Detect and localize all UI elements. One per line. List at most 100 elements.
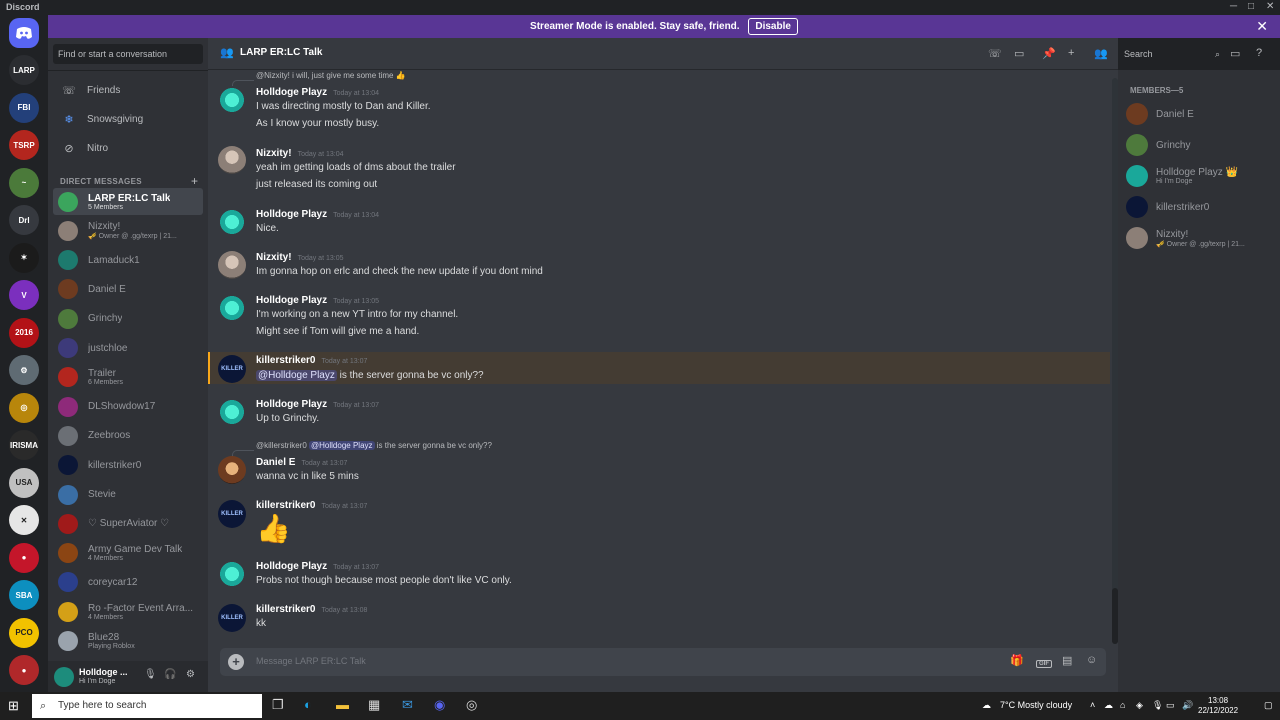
server-icon[interactable]: ●	[9, 655, 39, 685]
settings-gear-icon[interactable]: ⚙	[186, 669, 195, 680]
server-icon[interactable]: IRISMA	[9, 430, 39, 460]
member-item[interactable]: killerstriker0	[1126, 193, 1272, 221]
server-icon[interactable]: V	[9, 280, 39, 310]
avatar[interactable]	[218, 456, 246, 484]
video-call-icon[interactable]: ▭	[1014, 47, 1024, 60]
user-avatar[interactable]	[54, 667, 74, 687]
windows-start-icon[interactable]: ⊞	[8, 698, 19, 714]
notifications-icon[interactable]: ▢	[1264, 700, 1273, 711]
avatar[interactable]	[218, 294, 246, 322]
server-icon[interactable]: ●	[9, 542, 39, 573]
dm-item[interactable]: Daniel E	[53, 276, 203, 303]
member-list-icon[interactable]: 👥	[1094, 47, 1108, 60]
gif-button[interactable]: GIF	[1036, 656, 1052, 668]
pin-icon[interactable]: 📌	[1042, 47, 1056, 60]
server-icon[interactable]: ⚙	[9, 355, 39, 385]
tray-chevron-icon[interactable]: ˄	[1090, 700, 1095, 710]
voice-call-icon[interactable]: ☏	[988, 47, 1002, 60]
dm-item[interactable]: Grinchy	[53, 305, 203, 332]
tray-cloud-icon[interactable]: ☁	[1104, 700, 1113, 711]
server-icon[interactable]: USA	[9, 467, 39, 498]
member-item[interactable]: Nizxity! 🎺 Owner @ .gg/texrp | 21...	[1126, 224, 1272, 252]
member-item[interactable]: Grinchy	[1126, 131, 1272, 159]
tray-app-icon[interactable]: ◈	[1136, 700, 1143, 711]
tray-display-icon[interactable]: ▭	[1166, 700, 1175, 711]
message-author[interactable]: killerstriker0 Today at 13:08	[256, 604, 367, 615]
tray-network-icon[interactable]: ⌂	[1120, 700, 1125, 710]
dm-item[interactable]: Ro -Factor Event Arra... 4 Members	[53, 598, 203, 625]
avatar[interactable]	[218, 251, 246, 279]
server-icon[interactable]: 2016	[9, 317, 39, 348]
dm-item[interactable]: justchloe	[53, 335, 203, 362]
dm-item[interactable]: Lamaduck1	[53, 247, 203, 274]
server-icon[interactable]: SBA	[9, 580, 39, 610]
file-explorer-icon[interactable]: ▬	[336, 697, 349, 712]
chrome-icon[interactable]: ◎	[466, 697, 477, 713]
reply-preview[interactable]: @killerstriker0 @Holldoge Playz is the s…	[256, 441, 492, 450]
message-author[interactable]: killerstriker0 Today at 13:07	[256, 500, 367, 511]
avatar[interactable]	[218, 146, 246, 174]
dm-item[interactable]: killerstriker0	[53, 452, 203, 479]
gift-icon[interactable]: 🎁	[1010, 654, 1024, 667]
member-item[interactable]: Daniel E	[1126, 100, 1272, 128]
server-icon[interactable]: Drl	[9, 205, 39, 235]
header-search-input[interactable]: Search ⌕	[1118, 44, 1226, 64]
user-mention[interactable]: @Holldoge Playz	[309, 441, 375, 450]
message-author[interactable]: Nizxity! Today at 13:04	[256, 148, 344, 159]
sticker-icon[interactable]: ▤	[1062, 654, 1072, 667]
weather-text[interactable]: 7°C Mostly cloudy	[1000, 700, 1072, 710]
close-window-button[interactable]: ✕	[1266, 1, 1274, 12]
dm-item[interactable]: Nizxity! 🎺 Owner @ .gg/texrp | 21...	[53, 217, 203, 244]
member-item[interactable]: Holldoge Playz 👑 Hi I'm Doge	[1126, 162, 1272, 190]
server-icon[interactable]: ✕	[9, 505, 39, 535]
attach-plus-icon[interactable]: +	[228, 654, 244, 670]
nav-friends[interactable]: ☏ Friends	[53, 77, 203, 103]
store-icon[interactable]: ▦	[368, 697, 380, 713]
message-author[interactable]: Holldoge Playz Today at 13:04	[256, 87, 379, 98]
weather-icon[interactable]: ☁	[982, 700, 991, 711]
find-conversation-input[interactable]: Find or start a conversation	[53, 44, 203, 64]
avatar[interactable]: KILLER	[218, 604, 246, 632]
nav-nitro[interactable]: ⊘ Nitro	[53, 135, 203, 161]
server-icon[interactable]: ~	[9, 167, 39, 198]
emoji-icon[interactable]: ☺	[1086, 654, 1097, 666]
add-member-icon[interactable]: +	[1068, 47, 1074, 59]
dm-item[interactable]: Trailer 6 Members	[53, 364, 203, 391]
task-view-icon[interactable]: ❐	[272, 697, 284, 713]
avatar[interactable]: KILLER	[218, 355, 246, 383]
dm-item[interactable]: Zeebroos	[53, 422, 203, 449]
dm-item[interactable]: DLShowdow17	[53, 393, 203, 420]
server-icon[interactable]: ◎	[9, 392, 39, 423]
reply-preview[interactable]: @Nizxity! i will, just give me some time…	[256, 71, 406, 80]
message-author[interactable]: Holldoge Playz Today at 13:04	[256, 209, 379, 220]
avatar[interactable]	[218, 398, 246, 426]
help-icon[interactable]: ?	[1256, 47, 1262, 59]
discord-taskbar-icon[interactable]: ◉	[434, 697, 445, 713]
banner-close-icon[interactable]: ✕	[1256, 15, 1268, 38]
mail-icon[interactable]: ✉	[402, 697, 413, 713]
server-icon[interactable]: TSRP	[9, 130, 39, 160]
disable-streamer-button[interactable]: Disable	[748, 18, 798, 35]
message-author[interactable]: Daniel E Today at 13:07	[256, 457, 347, 468]
message-author[interactable]: Holldoge Playz Today at 13:07	[256, 399, 379, 410]
dm-item[interactable]: coreycar12	[53, 569, 203, 596]
microphone-icon[interactable]: 🎙	[144, 669, 157, 680]
server-icon[interactable]: LARP	[9, 55, 39, 85]
dm-item[interactable]: Stevie	[53, 481, 203, 508]
maximize-button[interactable]: □	[1248, 1, 1254, 12]
message-author[interactable]: Nizxity! Today at 13:05	[256, 252, 344, 263]
avatar[interactable]	[218, 86, 246, 114]
taskbar-search-input[interactable]: ⌕ Type here to search	[32, 694, 262, 718]
server-icon[interactable]: FBI	[9, 92, 39, 123]
home-discord-icon[interactable]	[9, 18, 39, 48]
dm-item[interactable]: Army Game Dev Talk 4 Members	[53, 540, 203, 567]
clock[interactable]: 13:08 22/12/2022	[1198, 696, 1238, 716]
dm-item[interactable]: LARP ER:LC Talk 5 Members	[53, 188, 203, 215]
nav-snowsgiving[interactable]: ❄ Snowsgiving	[53, 106, 203, 132]
edge-browser-icon[interactable]: ◐	[304, 697, 312, 712]
tray-volume-icon[interactable]: 🔊	[1182, 700, 1193, 711]
message-composer[interactable]: + Message LARP ER:LC Talk 🎁 GIF ▤ ☺	[220, 648, 1106, 676]
avatar[interactable]: KILLER	[218, 500, 246, 528]
minimize-button[interactable]: ─	[1230, 1, 1237, 12]
message-author[interactable]: killerstriker0 Today at 13:07	[256, 355, 367, 366]
